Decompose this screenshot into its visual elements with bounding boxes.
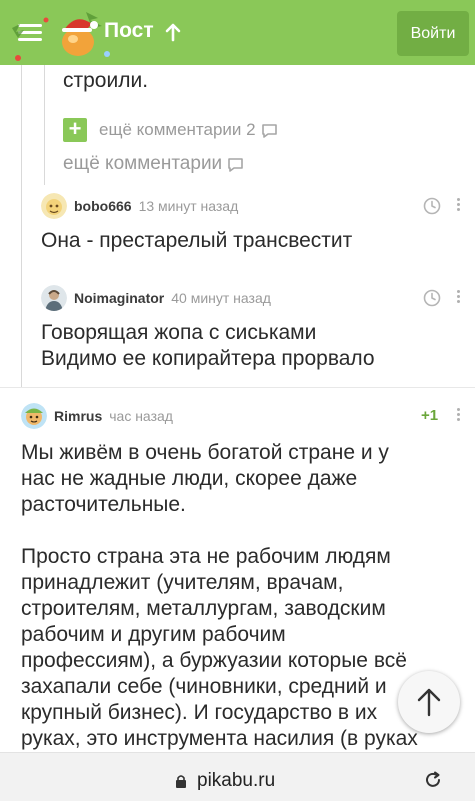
arrow-up-icon [417, 688, 441, 717]
comment-text-line: Видимо ее копирайтера прорвало [41, 347, 375, 370]
comment-author[interactable]: Noimaginator [74, 290, 164, 306]
page-title: Пост [104, 19, 154, 42]
comment-text: Она - престарелый трансвестит [41, 229, 353, 252]
thread-line [21, 65, 22, 387]
comment-time[interactable]: час назад [109, 408, 173, 424]
comment-bubble-icon [228, 157, 243, 172]
comment-header: Noimaginator 40 минут назад [41, 285, 271, 311]
comment-time[interactable]: 40 минут назад [171, 290, 271, 306]
expand-plus-icon[interactable]: + [63, 118, 87, 142]
more-options-icon[interactable] [455, 196, 461, 216]
prev-comment-tail: строили. [63, 69, 149, 92]
comment-text-line: строителям, металлургам, заводским [21, 597, 386, 620]
comment-author[interactable]: bobo666 [74, 198, 132, 214]
comment-text-line: принадлежит (учителям, врачам, [21, 571, 344, 594]
more-options-icon[interactable] [455, 288, 461, 308]
comment-divider [0, 387, 475, 388]
browser-address-bar: pikabu.ru [0, 752, 475, 801]
up-arrow-icon[interactable] [163, 22, 183, 42]
lock-icon [176, 774, 186, 788]
url-display[interactable]: pikabu.ru [175, 770, 275, 792]
comment-text-line: рабочим и другим рабочим [21, 623, 286, 646]
menu-icon[interactable] [18, 24, 42, 42]
more-comments-nested[interactable]: + ещё комментарии 2 [63, 118, 278, 142]
scroll-to-top-button[interactable] [398, 671, 460, 733]
login-button[interactable]: Войти [397, 11, 469, 56]
comment-text-line: Говорящая жопа с сиськами [41, 321, 317, 344]
more-comments-label: ещё комментарии [63, 153, 223, 174]
thread-line [44, 65, 45, 185]
comment-text: Говорящая жопа с сиськами Видимо ее копи… [41, 320, 375, 372]
more-comments[interactable]: ещё комментарии [63, 153, 244, 175]
more-comments-nested-label: ещё комментарии 2 [99, 120, 256, 139]
comment-text-line: захапали себе (чиновники, средний и [21, 675, 387, 698]
avatar[interactable] [41, 193, 67, 219]
more-options-icon[interactable] [455, 406, 461, 426]
comment-text-line: нас не жадные люди, скорее даже [21, 467, 358, 490]
comment-text-line: руках, это инструмента насилия (в руках [21, 727, 418, 750]
clock-icon[interactable] [423, 289, 441, 307]
comment-author[interactable]: Rimrus [54, 408, 102, 424]
top-header: Пост Войти [0, 0, 475, 65]
comment-text-line: профессиям), а буржуазии которые всё [21, 649, 407, 672]
comment-rating[interactable]: +1 [421, 407, 438, 424]
comment-bubble-icon [261, 123, 277, 138]
comment-text-line: крупный бизнес). И государство в их [21, 701, 378, 724]
avatar[interactable] [41, 285, 67, 311]
comment-text-line: Мы живём в очень богатой стране и у [21, 441, 389, 464]
comment-header: Rimrus час назад [21, 403, 173, 429]
comment-time[interactable]: 13 минут назад [139, 198, 239, 214]
comment-text: Мы живём в очень богатой стране и у нас … [21, 440, 461, 752]
comment-text-line: Просто страна эта не рабочим людям [21, 545, 391, 568]
clock-icon[interactable] [423, 197, 441, 215]
comment-text-line: расточительные. [21, 493, 186, 516]
url-text: pikabu.ru [197, 770, 276, 791]
comment-header: bobo666 13 минут назад [41, 193, 238, 219]
avatar[interactable] [21, 403, 47, 429]
reload-icon[interactable] [424, 771, 442, 789]
